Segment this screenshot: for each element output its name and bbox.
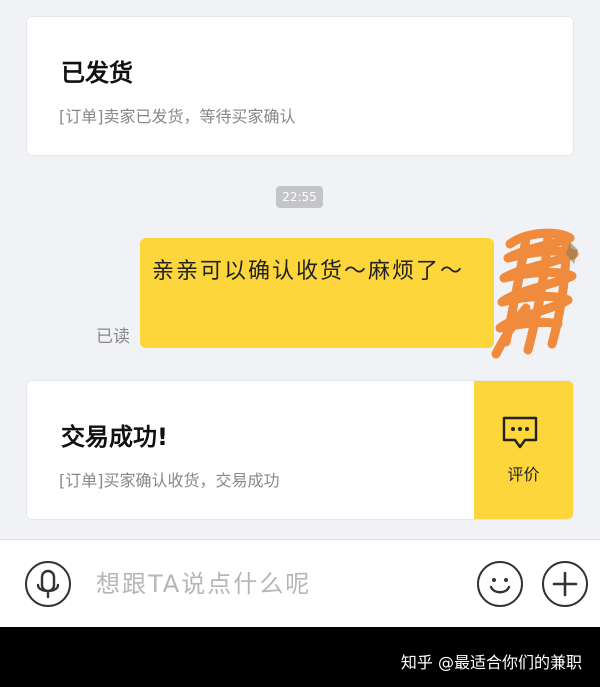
sent-message-text: 亲亲可以确认收货～麻烦了～ (152, 259, 465, 284)
order-completed-card[interactable]: 交易成功! [订单]买家确认收货，交易成功 评价 (26, 380, 574, 520)
watermark-text: 知乎 @最适合你们的兼职 (400, 653, 582, 672)
order-shipped-card[interactable]: 已发货 [订单]卖家已发货，等待买家确认 (26, 16, 574, 156)
microphone-icon (36, 569, 60, 599)
chat-bubble-icon (502, 416, 538, 449)
footer-bar: 知乎 @最适合你们的兼职 (0, 627, 600, 687)
sent-message-bubble[interactable]: 亲亲可以确认收货～麻烦了～ (140, 238, 494, 348)
plus-icon (552, 571, 578, 597)
smiley-icon (489, 578, 511, 594)
emoji-button[interactable] (477, 561, 523, 607)
message-timestamp: 22:55 (276, 186, 323, 208)
review-button[interactable]: 评价 (474, 381, 573, 519)
voice-input-button[interactable] (25, 561, 71, 607)
review-button-label: 评价 (507, 465, 540, 484)
message-input[interactable] (96, 562, 456, 606)
add-button[interactable] (542, 561, 588, 607)
order-completed-description: [订单]买家确认收货，交易成功 (59, 471, 280, 490)
order-shipped-description: [订单]卖家已发货，等待买家确认 (59, 107, 296, 126)
order-shipped-title: 已发货 (61, 59, 133, 87)
message-input-bar (0, 539, 600, 627)
order-completed-title: 交易成功! (61, 423, 168, 451)
read-status: 已读 (96, 327, 130, 347)
redacted-avatar-scribble (491, 228, 579, 359)
